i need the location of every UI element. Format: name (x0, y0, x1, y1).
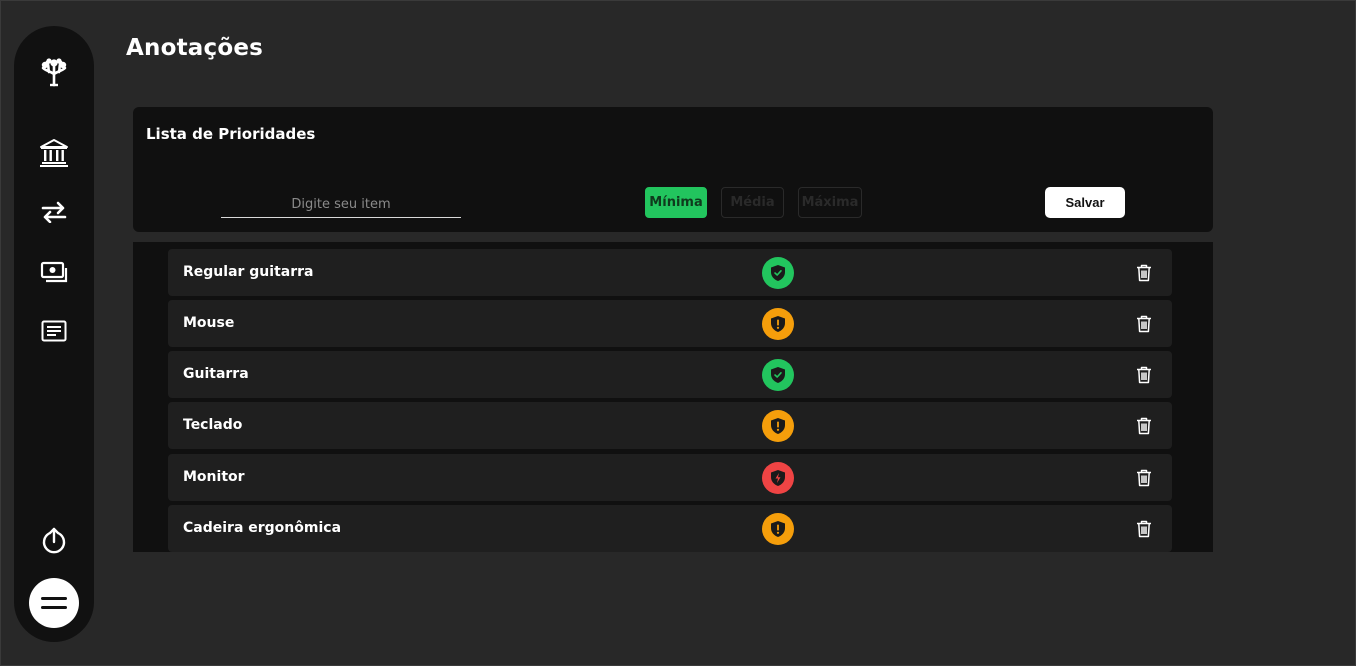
tree-logo-icon[interactable] (36, 54, 72, 90)
sidebar (14, 26, 94, 642)
shield-check-icon (762, 257, 794, 289)
list-item: Guitarra (168, 351, 1172, 398)
priority-list: Regular guitarra Mouse Guitarra Teclado (133, 242, 1213, 552)
trash-icon[interactable] (1134, 262, 1154, 284)
bank-icon[interactable] (36, 135, 72, 171)
trash-icon[interactable] (1134, 415, 1154, 437)
item-label: Mouse (183, 315, 235, 331)
list-item: Regular guitarra (168, 249, 1172, 296)
save-button[interactable]: Salvar (1045, 187, 1125, 218)
shield-exclamation-icon (762, 410, 794, 442)
trash-icon[interactable] (1134, 313, 1154, 335)
hamburger-menu-button[interactable] (29, 578, 79, 628)
list-item: Cadeira ergonômica (168, 505, 1172, 552)
list-item: Monitor (168, 454, 1172, 501)
money-icon[interactable] (36, 254, 72, 290)
page-title: Anotações (126, 35, 264, 61)
list-item: Mouse (168, 300, 1172, 347)
priority-media-button[interactable]: Média (721, 187, 784, 218)
shield-check-icon (762, 359, 794, 391)
priority-maxima-button[interactable]: Máxima (798, 187, 862, 218)
hamburger-menu-icon (41, 597, 67, 609)
item-label: Monitor (183, 469, 245, 485)
item-label: Regular guitarra (183, 264, 314, 280)
item-label: Guitarra (183, 366, 249, 382)
shield-exclamation-icon (762, 513, 794, 545)
priority-minima-button[interactable]: Mínima (645, 187, 707, 218)
item-label: Cadeira ergonômica (183, 520, 342, 536)
list-item: Teclado (168, 402, 1172, 449)
shield-exclamation-icon (762, 308, 794, 340)
power-icon[interactable] (36, 523, 72, 559)
item-input[interactable] (221, 191, 461, 218)
shield-bolt-icon (762, 462, 794, 494)
trash-icon[interactable] (1134, 364, 1154, 386)
trash-icon[interactable] (1134, 467, 1154, 489)
card-title: Lista de Prioridades (146, 125, 316, 143)
transfer-arrows-icon[interactable] (36, 194, 72, 230)
trash-icon[interactable] (1134, 518, 1154, 540)
notes-icon[interactable] (36, 313, 72, 349)
item-label: Teclado (183, 417, 243, 433)
priority-form-card: Lista de Prioridades Mínima Média Máxima… (133, 107, 1213, 232)
